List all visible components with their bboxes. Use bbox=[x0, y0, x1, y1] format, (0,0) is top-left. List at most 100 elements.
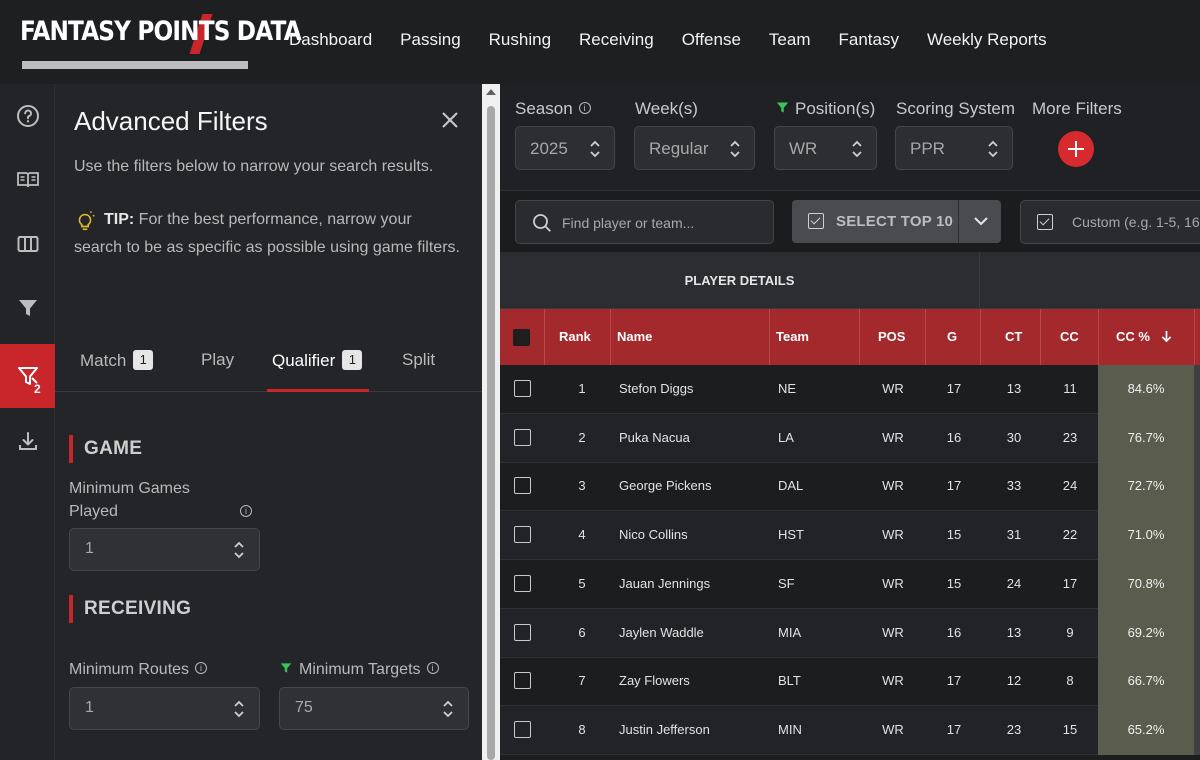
row-checkbox[interactable] bbox=[514, 428, 531, 446]
site-logo[interactable]: FANTASY POINTS DATA bbox=[20, 14, 302, 70]
tab-split-label: Split bbox=[402, 350, 436, 369]
custom-range-input[interactable]: Custom (e.g. 1-5, 16 bbox=[1020, 200, 1200, 244]
min-games-select[interactable]: 1 bbox=[69, 528, 260, 571]
min-games-info-icon[interactable]: i bbox=[240, 505, 252, 517]
min-targets-select[interactable]: 75 bbox=[279, 687, 469, 730]
close-icon[interactable] bbox=[440, 110, 460, 130]
nav-link-offense[interactable]: Offense bbox=[682, 30, 741, 50]
name-cell[interactable]: Jauan Jennings bbox=[619, 576, 710, 591]
games-cell: 17 bbox=[946, 673, 962, 689]
row-checkbox[interactable] bbox=[514, 526, 531, 544]
col-team[interactable]: Team bbox=[776, 329, 809, 344]
export-button[interactable] bbox=[0, 410, 55, 474]
min-routes-label: Minimum Routes i bbox=[69, 658, 208, 681]
col-games[interactable]: G bbox=[947, 329, 957, 344]
scrollbar-thumb[interactable] bbox=[487, 106, 495, 760]
season-select[interactable]: 2025 bbox=[515, 126, 615, 170]
filter-button[interactable] bbox=[0, 276, 55, 340]
row-checkbox[interactable] bbox=[514, 623, 531, 641]
nav-link-receiving[interactable]: Receiving bbox=[579, 30, 654, 50]
rank-cell: 5 bbox=[578, 575, 586, 591]
row-checkbox[interactable] bbox=[514, 380, 531, 397]
name-cell[interactable]: Puka Nacua bbox=[619, 430, 690, 445]
panel-scrollbar[interactable] bbox=[482, 84, 500, 760]
name-cell[interactable]: Stefon Diggs bbox=[619, 381, 693, 396]
help-button[interactable] bbox=[0, 84, 55, 148]
table-row[interactable]: 3 George Pickens DAL WR 17 33 24 72.7% bbox=[500, 462, 1200, 512]
search-input[interactable] bbox=[562, 213, 762, 233]
select-all-checkbox[interactable] bbox=[513, 329, 530, 346]
nav-link-team[interactable]: Team bbox=[769, 30, 811, 50]
name-cell[interactable]: Zay Flowers bbox=[619, 673, 690, 688]
custom-range-placeholder: Custom (e.g. 1-5, 16 bbox=[1072, 214, 1200, 230]
tab-match[interactable]: Match 1 bbox=[80, 350, 154, 371]
name-cell[interactable]: Nico Collins bbox=[619, 527, 688, 542]
name-cell[interactable]: Justin Jefferson bbox=[619, 722, 710, 737]
cc-pct-value: 66.7% bbox=[1127, 673, 1165, 689]
active-filter-count: 2 bbox=[34, 382, 41, 396]
table-toolbar: SELECT TOP 10 Custom (e.g. 1-5, 16 bbox=[500, 190, 1200, 252]
nav-link-rushing[interactable]: Rushing bbox=[489, 30, 551, 50]
cc-cell: 22 bbox=[1062, 527, 1078, 543]
stepper-icon bbox=[234, 700, 244, 718]
cc-pct-cell: 69.2% bbox=[1098, 608, 1194, 658]
row-checkbox[interactable] bbox=[514, 477, 531, 495]
row-checkbox[interactable] bbox=[514, 574, 531, 592]
col-pos[interactable]: POS bbox=[878, 329, 905, 344]
cc-pct-value: 72.7% bbox=[1127, 478, 1165, 494]
games-cell: 16 bbox=[946, 429, 962, 445]
rank-cell: 7 bbox=[578, 673, 586, 689]
advanced-filters-button[interactable]: 2 bbox=[0, 344, 55, 408]
ct-cell: 33 bbox=[1006, 478, 1022, 494]
table-row[interactable]: 4 Nico Collins HST WR 15 31 22 71.0% bbox=[500, 511, 1200, 561]
ct-cell: 30 bbox=[1006, 429, 1022, 445]
season-info-icon[interactable]: i bbox=[578, 102, 591, 114]
col-name[interactable]: Name bbox=[617, 329, 652, 344]
name-cell[interactable]: George Pickens bbox=[619, 478, 712, 493]
col-ct[interactable]: CT bbox=[1005, 329, 1022, 344]
nav-link-fantasy[interactable]: Fantasy bbox=[839, 30, 899, 50]
tab-qualifier-badge: 1 bbox=[342, 350, 363, 370]
glossary-button[interactable] bbox=[0, 148, 55, 212]
pos-cell: WR bbox=[882, 673, 904, 689]
nav-link-dashboard[interactable]: Dashboard bbox=[289, 30, 372, 50]
columns-button[interactable] bbox=[0, 212, 55, 276]
next-column-cell bbox=[1194, 511, 1200, 561]
row-checkbox[interactable] bbox=[514, 720, 531, 738]
cc-pct-value: 70.8% bbox=[1127, 575, 1165, 591]
chevron-down-icon[interactable] bbox=[973, 213, 989, 229]
scroll-up-arrow-icon[interactable] bbox=[486, 89, 496, 95]
table-row[interactable]: 7 Zay Flowers BLT WR 17 12 8 66.7% bbox=[500, 657, 1200, 707]
position-select[interactable]: WR bbox=[774, 126, 877, 170]
table-row[interactable]: 1 Stefon Diggs NE WR 17 13 11 84.6% bbox=[500, 365, 1200, 414]
add-filter-button[interactable] bbox=[1058, 131, 1094, 167]
col-cc[interactable]: CC bbox=[1060, 329, 1079, 344]
table-row[interactable]: 5 Jauan Jennings SF WR 15 24 17 70.8% bbox=[500, 559, 1200, 609]
player-search[interactable] bbox=[515, 200, 774, 244]
week-select[interactable]: Regular bbox=[634, 126, 755, 170]
cc-pct-value: 65.2% bbox=[1127, 721, 1165, 737]
active-tab-indicator bbox=[267, 389, 369, 392]
table-row[interactable]: 2 Puka Nacua LA WR 16 30 23 76.7% bbox=[500, 413, 1200, 463]
tip-label: TIP: bbox=[104, 211, 135, 228]
tab-play[interactable]: Play bbox=[201, 350, 234, 370]
min-targets-info-icon[interactable]: i bbox=[426, 662, 439, 674]
table-row[interactable]: 8 Justin Jefferson MIN WR 17 23 15 65.2% bbox=[500, 705, 1200, 755]
nav-link-weekly-reports[interactable]: Weekly Reports bbox=[927, 30, 1047, 50]
pos-cell: WR bbox=[882, 575, 904, 591]
row-checkbox[interactable] bbox=[514, 672, 531, 690]
min-routes-select[interactable]: 1 bbox=[69, 687, 260, 730]
col-cc-pct[interactable]: CC % bbox=[1116, 329, 1172, 344]
scoring-select[interactable]: PPR bbox=[895, 126, 1013, 170]
tab-split[interactable]: Split bbox=[402, 350, 435, 370]
rank-cell: 6 bbox=[578, 624, 586, 640]
min-routes-info-icon[interactable]: i bbox=[195, 662, 208, 674]
nav-link-passing[interactable]: Passing bbox=[400, 30, 460, 50]
select-top-button[interactable]: SELECT TOP 10 bbox=[792, 200, 1001, 243]
table-row[interactable]: 6 Jaylen Waddle MIA WR 16 13 9 69.2% bbox=[500, 608, 1200, 658]
tab-qualifier[interactable]: Qualifier 1 bbox=[272, 350, 363, 371]
columns-icon bbox=[17, 236, 38, 252]
col-rank[interactable]: Rank bbox=[559, 329, 591, 344]
name-cell[interactable]: Jaylen Waddle bbox=[619, 625, 704, 640]
pos-cell: WR bbox=[882, 624, 904, 640]
